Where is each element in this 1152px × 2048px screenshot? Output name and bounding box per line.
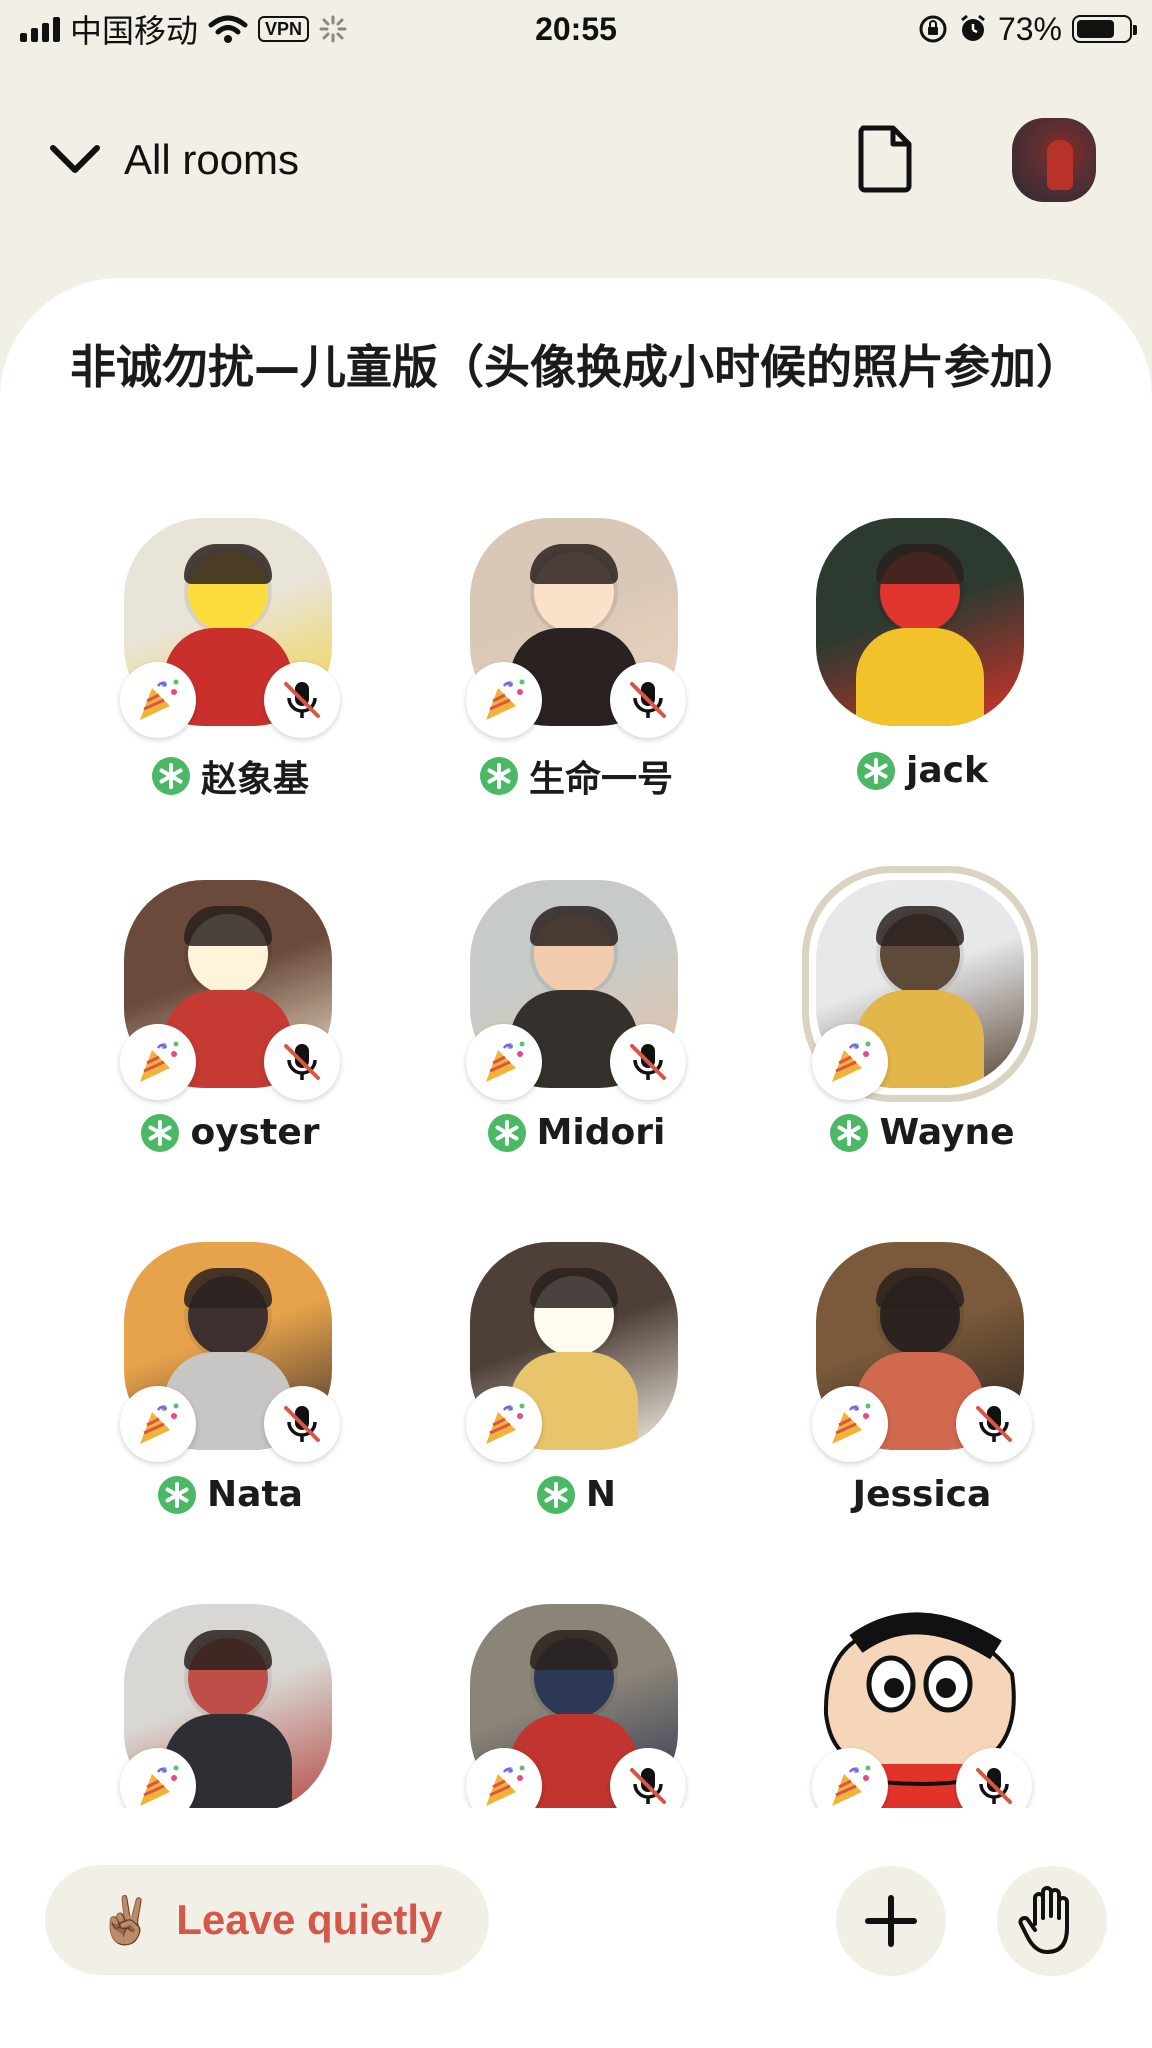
- orientation-lock-icon: [919, 15, 947, 43]
- speaker-avatar-wrap: [120, 880, 340, 1100]
- speaker-name: jack: [906, 750, 988, 791]
- new-user-icon: [536, 1475, 576, 1515]
- leave-quietly-button[interactable]: ✌🏽 Leave quietly: [45, 1865, 489, 1975]
- speaker-name-row: jack: [782, 750, 1062, 791]
- speaker-name-row: Jessica: [782, 1474, 1062, 1515]
- room-title: 非诚勿扰—儿童版（头像换成小时候的照片参加）: [70, 340, 1082, 394]
- speaker-tile[interactable]: Jessica: [782, 1242, 1062, 1542]
- speaker-tile[interactable]: Wayne: [782, 866, 1062, 1180]
- party-popper-icon: [466, 1024, 542, 1100]
- bottom-bar: ✌🏽 Leave quietly: [0, 1820, 1152, 2048]
- speaker-avatar-wrap: [466, 880, 686, 1100]
- carrier-label: 中国移动: [70, 13, 199, 49]
- speaker-avatar-wrap: [466, 518, 686, 738]
- speaker-tile[interactable]: [436, 1604, 716, 1808]
- loading-icon: [319, 15, 347, 43]
- muted-mic-icon: [264, 1386, 340, 1462]
- speaker-name: oyster: [190, 1112, 320, 1153]
- battery-fill: [1077, 20, 1114, 38]
- new-user-icon: [487, 1113, 527, 1153]
- party-popper-icon: [120, 1386, 196, 1462]
- status-time: 20:55: [535, 10, 617, 47]
- party-popper-icon: [466, 1386, 542, 1462]
- party-popper-icon: [120, 1024, 196, 1100]
- speaker-tile[interactable]: [782, 1604, 1062, 1808]
- speaker-name: Jessica: [852, 1474, 992, 1515]
- speaker-name-row: 生命一号: [436, 750, 716, 802]
- speaker-avatar-wrap: [120, 1604, 336, 1808]
- speaker-tile[interactable]: 生命一号: [436, 518, 716, 818]
- raise-hand-icon: [1018, 1886, 1069, 1954]
- alarm-icon: [961, 14, 985, 41]
- speaker-name: 赵象基: [200, 759, 309, 800]
- speaker-name: Wayne: [879, 1112, 1015, 1153]
- speaker-tile[interactable]: oyster: [90, 880, 370, 1180]
- speaker-name-row: Wayne: [782, 1112, 1062, 1153]
- all-rooms-button[interactable]: All rooms: [48, 136, 299, 184]
- speaker-avatar-wrap: [812, 1604, 1032, 1808]
- new-user-icon: [479, 756, 519, 796]
- document-icon[interactable]: [855, 124, 915, 194]
- speaker-tile[interactable]: jack: [782, 518, 1062, 818]
- muted-mic-icon: [264, 1024, 340, 1100]
- speaker-avatar-wrap: [120, 518, 340, 738]
- speaker-name: 生命一号: [528, 759, 673, 800]
- battery-icon: [1072, 15, 1137, 43]
- speaker-avatar-wrap: [466, 1242, 682, 1462]
- speaker-tile[interactable]: Midori: [436, 880, 716, 1180]
- new-user-icon: [157, 1475, 197, 1515]
- chevron-down-icon: [50, 145, 100, 173]
- status-right: 73%: [918, 10, 1137, 48]
- peace-hand-icon: ✌🏽: [97, 1893, 155, 1946]
- speaker-avatar-wrap: [802, 866, 1038, 1102]
- status-left: 中国移动 VPN: [20, 6, 347, 52]
- speaker-name-row: Midori: [436, 1112, 716, 1153]
- speaker-tile[interactable]: [90, 1604, 370, 1808]
- speaker-name-row: N: [436, 1474, 716, 1515]
- new-user-icon: [856, 751, 896, 791]
- vpn-badge: VPN: [258, 16, 310, 42]
- speaker-tile[interactable]: Nata: [90, 1242, 370, 1542]
- party-popper-icon: [120, 662, 196, 738]
- speaker-avatar-wrap: [812, 1242, 1032, 1462]
- party-popper-icon: [812, 1386, 888, 1462]
- signal-icon: [20, 16, 60, 42]
- plus-icon: [865, 1895, 917, 1947]
- muted-mic-icon: [610, 662, 686, 738]
- speaker-name: Nata: [207, 1474, 303, 1515]
- all-rooms-label: All rooms: [124, 136, 300, 183]
- muted-mic-icon: [956, 1748, 1032, 1808]
- speaker-name: N: [585, 1474, 617, 1515]
- speaker-tile[interactable]: 赵象基: [90, 518, 370, 818]
- new-user-icon: [140, 1113, 180, 1153]
- muted-mic-icon: [264, 662, 340, 738]
- speaker-name-row: 赵象基: [90, 750, 370, 802]
- room-card: 非诚勿扰—儿童版（头像换成小时候的照片参加） 赵象基 生命一号 jack oyster…: [0, 278, 1152, 2048]
- leave-quietly-label: Leave quietly: [176, 1896, 443, 1943]
- speaker-avatar-wrap: [816, 518, 1028, 730]
- speaker-name: Midori: [536, 1112, 666, 1153]
- speaker-avatar-wrap: [120, 1242, 340, 1462]
- muted-mic-icon: [956, 1386, 1032, 1462]
- top-nav: All rooms: [0, 100, 1152, 220]
- speaker-name-row: oyster: [90, 1112, 370, 1153]
- speaker-avatar-wrap: [466, 1604, 686, 1808]
- speaker-tile[interactable]: N: [436, 1242, 716, 1542]
- battery-percent: 73%: [997, 10, 1062, 47]
- wifi-icon: [208, 15, 248, 43]
- speaker-name-row: Nata: [90, 1474, 370, 1515]
- party-popper-icon: [812, 1024, 888, 1100]
- profile-avatar[interactable]: [1012, 118, 1096, 202]
- status-bar: 中国移动 VPN 20:55 73%: [0, 0, 1152, 58]
- muted-mic-icon: [610, 1024, 686, 1100]
- speaker-avatar[interactable]: [816, 518, 1024, 726]
- raise-hand-button[interactable]: [997, 1866, 1107, 1976]
- new-user-icon: [151, 756, 191, 796]
- speaker-grid: 赵象基 生命一号 jack oyster Midori Wayne Nata N Jessica: [0, 518, 1152, 1808]
- party-popper-icon: [466, 662, 542, 738]
- add-button[interactable]: [836, 1866, 946, 1976]
- new-user-icon: [829, 1113, 869, 1153]
